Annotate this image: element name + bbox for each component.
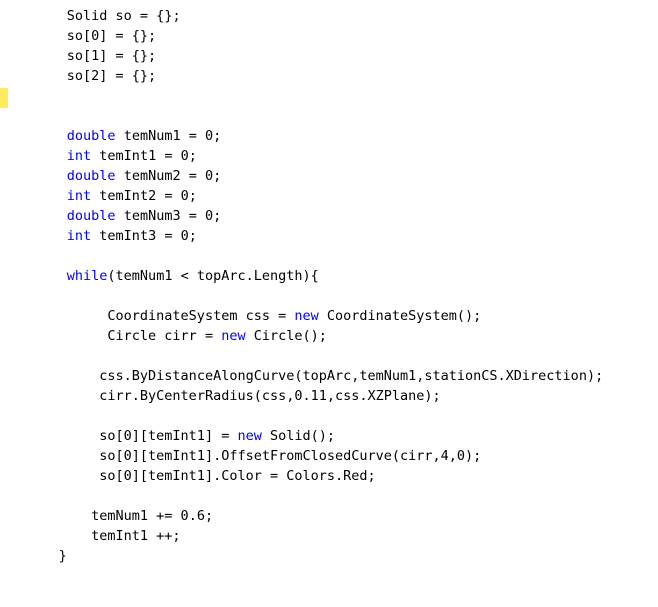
code-line[interactable]: }: [0, 546, 658, 566]
code-line[interactable]: [0, 486, 658, 506]
code-token: temNum1 += 0.6;: [91, 508, 214, 524]
code-token: (temNum1 < topArc.Length){: [107, 268, 319, 284]
code-token: so[0] = {};: [66, 28, 157, 44]
code-keyword: int: [66, 228, 92, 244]
code-line[interactable]: [0, 106, 658, 126]
code-token: temInt2 = 0;: [91, 188, 197, 204]
code-line[interactable]: CoordinateSystem css = new CoordinateSys…: [0, 306, 658, 326]
code-keyword: new: [294, 308, 319, 324]
code-line[interactable]: so[1] = {};: [0, 46, 658, 66]
code-line[interactable]: int temInt1 = 0;: [0, 146, 658, 166]
code-line[interactable]: [0, 86, 658, 106]
code-keyword: new: [221, 328, 246, 344]
code-token: temNum1 = 0;: [115, 128, 222, 144]
code-keyword: double: [66, 208, 116, 224]
code-line[interactable]: temInt1 ++;: [0, 526, 658, 546]
code-token: CoordinateSystem css =: [107, 308, 295, 324]
code-line[interactable]: css.ByDistanceAlongCurve(topArc,temNum1,…: [0, 366, 658, 386]
code-token: }: [58, 548, 67, 564]
code-text-area[interactable]: Solid so = {}; so[0] = {}; so[1] = {}; s…: [0, 6, 658, 607]
code-line[interactable]: so[0][temInt1].Color = Colors.Red;: [0, 466, 658, 486]
code-editor-pane[interactable]: Solid so = {}; so[0] = {}; so[1] = {}; s…: [0, 0, 658, 607]
code-keyword: while: [66, 268, 108, 284]
code-line[interactable]: while(temNum1 < topArc.Length){: [0, 266, 658, 286]
code-line[interactable]: so[0][temInt1] = new Solid();: [0, 426, 658, 446]
code-line[interactable]: [0, 406, 658, 426]
code-token: Circle cirr =: [107, 328, 222, 344]
code-token: css.ByDistanceAlongCurve(topArc,temNum1,…: [99, 368, 604, 384]
code-keyword: new: [237, 428, 262, 444]
code-token: Solid so = {};: [66, 8, 181, 24]
code-line[interactable]: temNum1 += 0.6;: [0, 506, 658, 526]
code-token: so[1] = {};: [66, 48, 157, 64]
code-token: so[0][temInt1].OffsetFromClosedCurve(cir…: [99, 448, 482, 464]
code-keyword: int: [66, 148, 92, 164]
code-line[interactable]: [0, 286, 658, 306]
code-token: CoordinateSystem();: [318, 308, 482, 324]
code-keyword: double: [66, 128, 116, 144]
code-token: temInt3 = 0;: [91, 228, 197, 244]
code-token: temInt1 = 0;: [91, 148, 197, 164]
code-line[interactable]: so[0] = {};: [0, 26, 658, 46]
code-line[interactable]: [0, 346, 658, 366]
code-line[interactable]: double temNum2 = 0;: [0, 166, 658, 186]
code-line[interactable]: [0, 566, 658, 586]
code-token: temNum3 = 0;: [115, 208, 222, 224]
code-token: Circle();: [245, 328, 327, 344]
code-line[interactable]: [0, 586, 658, 606]
code-token: temInt1 ++;: [91, 528, 181, 544]
code-token: cirr.ByCenterRadius(css,0.11,css.XZPlane…: [99, 388, 441, 404]
code-token: so[2] = {};: [66, 68, 157, 84]
code-line[interactable]: cirr.ByCenterRadius(css,0.11,css.XZPlane…: [0, 386, 658, 406]
code-line[interactable]: [0, 246, 658, 266]
code-keyword: double: [66, 168, 116, 184]
code-line[interactable]: int temInt2 = 0;: [0, 186, 658, 206]
code-token: so[0][temInt1] =: [99, 428, 238, 444]
code-line[interactable]: double temNum1 = 0;: [0, 126, 658, 146]
code-line[interactable]: so[0][temInt1].OffsetFromClosedCurve(cir…: [0, 446, 658, 466]
code-line[interactable]: double temNum3 = 0;: [0, 206, 658, 226]
code-line[interactable]: Solid so = {};: [0, 6, 658, 26]
code-token: Solid();: [261, 428, 335, 444]
code-token: temNum2 = 0;: [115, 168, 222, 184]
code-line[interactable]: Circle cirr = new Circle();: [0, 326, 658, 346]
code-token: so[0][temInt1].Color = Colors.Red;: [99, 468, 376, 484]
code-keyword: int: [66, 188, 92, 204]
code-line[interactable]: int temInt3 = 0;: [0, 226, 658, 246]
code-line[interactable]: so[2] = {};: [0, 66, 658, 86]
